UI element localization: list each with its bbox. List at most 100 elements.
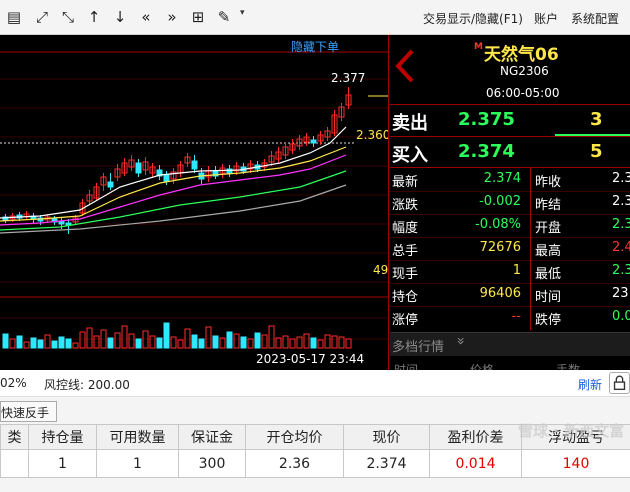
volume-bar	[191, 334, 198, 349]
double-right-icon[interactable]: »	[162, 6, 182, 28]
stat-value: 2.3	[612, 263, 630, 278]
depth-quotes-toggle[interactable]: 多档行情 »	[390, 332, 630, 356]
volume-bar	[163, 322, 170, 349]
candle-body	[135, 162, 142, 174]
column-header[interactable]: 可用数量	[96, 424, 179, 450]
volume-bar	[198, 338, 205, 349]
volume-bar	[254, 332, 261, 349]
candle-body	[310, 139, 317, 144]
dropdown-icon[interactable]: ▾	[240, 8, 245, 18]
peak-price-label: 2.377	[331, 71, 366, 85]
stat-value: 23:50	[612, 286, 630, 301]
risk-percent: 02%	[0, 376, 27, 390]
zoom-out-diagonal-icon[interactable]: ⤡	[58, 6, 78, 28]
depth-quotes-label: 多档行情	[392, 340, 445, 355]
sell-price[interactable]: 2.375	[458, 109, 515, 130]
account-menu[interactable]: 账户	[534, 10, 558, 27]
grid-icon[interactable]: ⊞	[188, 6, 208, 28]
volume-bar	[247, 338, 254, 349]
volume-bar	[58, 336, 65, 349]
stat-label: 最新	[392, 175, 419, 190]
stat-label: 最低	[535, 267, 562, 282]
stat-label: 跌停	[535, 313, 562, 328]
trading-session: 06:00-05:00	[486, 86, 560, 100]
volume-bar	[51, 340, 58, 349]
stat-label: 最高	[535, 244, 562, 259]
volume-bar	[79, 331, 86, 349]
volume-bar	[135, 338, 142, 349]
kline-chart[interactable]: 隐藏下单 2.377 2.360 49 2023-05-17 23:44	[0, 35, 389, 370]
volume-bar	[72, 342, 79, 349]
stat-value: 2.374	[483, 171, 521, 186]
chart-mode-icon[interactable]: ▤	[4, 6, 24, 28]
stat-label: 开盘	[535, 221, 562, 236]
back-arrow-icon[interactable]	[394, 49, 416, 83]
quote-panel: M 天然气06 NG2306 06:00-05:00 卖出 2.375 3 买入…	[390, 35, 630, 370]
volume-bar	[240, 336, 247, 349]
depth-header-time: 时间	[394, 363, 419, 370]
stats-row-divider	[390, 237, 630, 238]
candle-body	[191, 160, 198, 170]
divider	[390, 167, 630, 168]
candle-body	[226, 168, 233, 174]
volume-bar	[149, 335, 156, 349]
volume-bar	[107, 337, 114, 349]
stat-label: 总手	[392, 244, 419, 259]
crosshair-timestamp: 2023-05-17 23:44	[256, 352, 365, 366]
column-header[interactable]: 持仓量	[28, 424, 97, 450]
sell-volume: 3	[590, 109, 603, 130]
zoom-in-diagonal-icon[interactable]: ⤢	[32, 6, 52, 28]
hide-orders-link[interactable]: 隐藏下单	[291, 38, 339, 55]
sell-label: 卖出	[392, 113, 428, 134]
volume-bar	[317, 339, 324, 349]
stats-row-divider	[390, 260, 630, 261]
stat-value: 2.3	[612, 194, 630, 209]
volume-bar	[156, 337, 163, 349]
column-header[interactable]: 现价	[343, 424, 430, 450]
buy-volume: 5	[590, 141, 603, 162]
level-price-label: 2.360	[356, 128, 389, 142]
volume-bar	[261, 334, 268, 349]
volume-bar	[86, 327, 93, 349]
double-left-icon[interactable]: «	[136, 6, 156, 28]
volume-bar	[23, 341, 30, 349]
depth-header-volume: 手数	[556, 363, 581, 370]
system-config-menu[interactable]: 系统配置	[571, 10, 619, 27]
stat-label: 幅度	[392, 221, 419, 236]
stat-value: 0.0	[612, 309, 630, 324]
arrow-down-icon[interactable]: ↓	[110, 6, 130, 28]
lock-icon[interactable]	[609, 372, 630, 394]
stat-label: 时间	[535, 290, 562, 305]
stats-row-divider	[390, 191, 630, 192]
toggle-trade-display-menu[interactable]: 交易显示/隐藏(F1)	[423, 10, 523, 27]
volume-bar	[37, 339, 44, 349]
top-toolbar: ▤ ⤢ ⤡ ↑ ↓ « » ⊞ ✎ ▾ 交易显示/隐藏(F1) 账户 系统配置	[0, 0, 630, 35]
table-row[interactable]: 1 1 300 2.36 2.374 0.014 140	[0, 449, 630, 478]
stat-value: --	[511, 309, 521, 324]
stats-row-divider	[390, 306, 630, 307]
buy-price[interactable]: 2.374	[458, 141, 515, 162]
table-cell: 1	[28, 449, 97, 478]
table-body: 1 1 300 2.36 2.374 0.014 140	[0, 449, 630, 478]
kline-svg	[0, 51, 388, 349]
quick-reverse-button[interactable]: 快速反手	[0, 401, 57, 422]
column-header[interactable]: 类	[0, 424, 29, 450]
column-header[interactable]: 开仓均价	[245, 424, 344, 450]
stat-label: 涨停	[392, 313, 419, 328]
column-header[interactable]: 保证金	[178, 424, 246, 450]
main-contract-mark: M	[474, 42, 483, 52]
pen-icon[interactable]: ✎	[214, 6, 234, 28]
divider	[390, 136, 630, 137]
column-header[interactable]: 盈利价差	[429, 424, 522, 450]
arrow-up-icon[interactable]: ↑	[84, 6, 104, 28]
refresh-button[interactable]: 刷新	[578, 376, 602, 393]
volume-bar	[44, 334, 51, 349]
volume-bar	[121, 325, 128, 349]
buy-label: 买入	[392, 145, 428, 166]
risk-bar: 02% 风控线: 200.00 刷新	[0, 370, 630, 397]
volume-bar	[310, 337, 317, 349]
volume-scale-label: 49	[373, 263, 389, 277]
stat-label: 昨收	[535, 175, 562, 190]
table-cell: 1	[96, 449, 179, 478]
volume-bar	[303, 333, 310, 349]
